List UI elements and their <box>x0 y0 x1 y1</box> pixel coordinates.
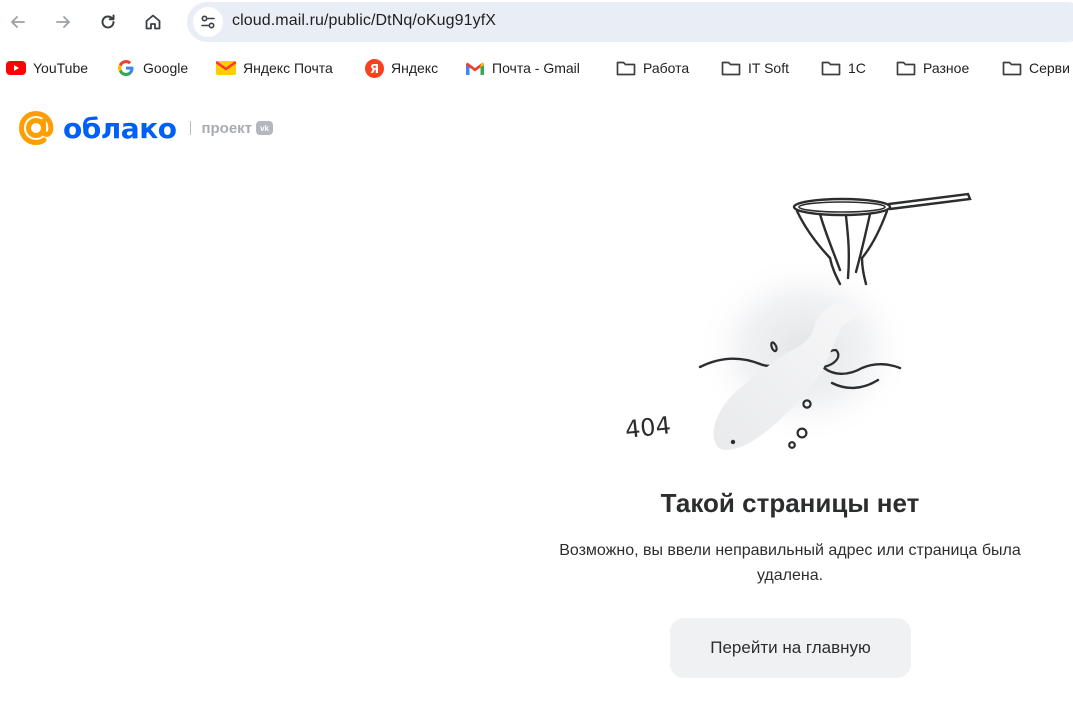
bookmark-yandex[interactable]: Я Яндекс <box>364 56 438 80</box>
gmail-icon <box>465 58 485 78</box>
folder-icon <box>821 58 841 78</box>
error-code: 404 <box>624 411 672 444</box>
bookmark-label: Яндекс Почта <box>243 60 333 76</box>
yandex-icon: Я <box>364 58 384 78</box>
home-icon <box>145 14 161 30</box>
bookmark-folder-1c[interactable]: 1С <box>821 56 866 80</box>
bookmark-label: Почта - Gmail <box>492 60 580 76</box>
url-text[interactable]: cloud.mail.ru/public/DtNq/oKug91yfX <box>232 12 496 30</box>
tune-icon <box>201 15 215 29</box>
bookmarks-bar: YouTube Google Яндекс Почта Я Яндекс Поч… <box>0 44 1073 92</box>
reload-icon <box>101 14 115 29</box>
error-description: Возможно, вы ввели неправильный адрес ил… <box>559 542 1021 584</box>
bookmark-label: IT Soft <box>748 60 789 76</box>
bookmark-label: Серви <box>1029 60 1070 76</box>
bookmark-youtube[interactable]: YouTube <box>6 56 88 80</box>
youtube-icon <box>6 58 26 78</box>
bookmark-google[interactable]: Google <box>116 56 188 80</box>
bookmark-gmail[interactable]: Почта - Gmail <box>465 56 580 80</box>
svg-text:Я: Я <box>369 62 378 76</box>
address-bar[interactable]: cloud.mail.ru/public/DtNq/oKug91yfX <box>187 2 1073 42</box>
browser-toolbar: cloud.mail.ru/public/DtNq/oKug91yfX <box>0 0 1073 44</box>
cloud-logo[interactable]: облако проект vk <box>15 108 274 148</box>
bookmark-yandex-mail[interactable]: Яндекс Почта <box>216 56 333 80</box>
reload-button[interactable] <box>92 6 124 38</box>
arrow-left-icon <box>11 16 25 28</box>
folder-icon <box>616 58 636 78</box>
forward-button[interactable] <box>47 6 79 38</box>
folder-icon <box>896 58 916 78</box>
bookmark-label: Работа <box>643 60 690 76</box>
bookmark-label: YouTube <box>33 60 89 76</box>
error-title: Такой страницы нет <box>660 488 920 518</box>
bookmark-folder-services[interactable]: Серви <box>1002 56 1070 80</box>
bookmark-folder-work[interactable]: Работа <box>616 56 689 80</box>
arrow-right-icon <box>56 16 70 28</box>
bookmark-label: Яндекс <box>391 60 439 76</box>
back-button[interactable] <box>2 6 34 38</box>
home-button-browser[interactable] <box>137 6 169 38</box>
bookmark-label: 1С <box>848 60 866 76</box>
yandex-mail-icon <box>216 58 236 78</box>
error-illustration: 404 <box>624 192 972 450</box>
folder-icon <box>721 58 741 78</box>
vk-logo-icon: vk <box>256 121 274 135</box>
logo-text: облако <box>63 111 177 145</box>
logo-project-label: проект <box>201 119 253 137</box>
at-sign-icon <box>18 110 54 146</box>
site-info-button[interactable] <box>193 7 223 37</box>
google-icon <box>116 58 136 78</box>
go-home-button[interactable]: Перейти на главную <box>670 618 911 678</box>
bookmark-folder-it-soft[interactable]: IT Soft <box>721 56 789 80</box>
logo-separator <box>190 121 192 135</box>
bookmark-folder-misc[interactable]: Разное <box>896 56 969 80</box>
folder-icon <box>1002 58 1022 78</box>
bookmark-label: Google <box>143 60 189 76</box>
bookmark-label: Разное <box>923 60 970 76</box>
